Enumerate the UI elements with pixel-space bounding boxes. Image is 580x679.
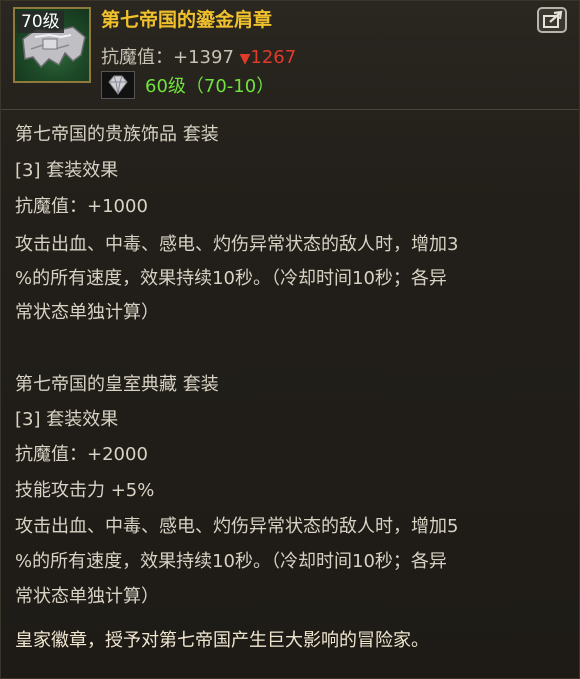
set-1-desc-line-1: 攻击出血、中毒、感电、灼伤异常状态的敌人时，增加3	[15, 234, 459, 255]
divider	[1, 109, 579, 110]
flavor-text: 皇家徽章，授予对第七帝国产生巨大影响的冒险家。	[15, 630, 429, 651]
set-2-desc-line-3: 常状态单独计算）	[15, 586, 159, 607]
share-icon	[543, 10, 563, 28]
stat-diff: 1267	[250, 47, 297, 68]
set-2-desc-line-2: %的所有速度，效果持续10秒。（冷却时间10秒；各异	[15, 551, 447, 572]
diamond-icon	[101, 71, 135, 99]
stat-value: 抗魔值：+1397	[101, 47, 240, 68]
set-2-name: 第七帝国的皇室典藏 套装	[15, 374, 219, 395]
share-button[interactable]	[537, 7, 567, 33]
set-1-effect-header: [3] 套装效果	[15, 160, 119, 181]
set-1-desc-line-3: 常状态单独计算）	[15, 302, 159, 323]
magic-resist-stat: 抗魔值：+1397 ▼1267	[101, 43, 296, 69]
grade-text: 60级（70-10）	[145, 76, 275, 97]
set-1-stat: 抗魔值：+1000	[15, 196, 148, 217]
item-tooltip: 70级 第七帝国的鎏金肩章 抗魔值：+1397 ▼1267 60级（70-10）	[0, 0, 580, 679]
down-arrow-icon: ▼	[239, 51, 251, 67]
shoulder-armor-icon[interactable]: 70级	[13, 7, 91, 83]
set-1-name: 第七帝国的贵族饰品 套装	[15, 124, 219, 145]
set-2-stat: 抗魔值：+2000	[15, 444, 148, 465]
set-2-effect-header: [3] 套装效果	[15, 409, 119, 430]
item-level-badge: 70级	[17, 11, 64, 33]
tooltip-header: 70级 第七帝国的鎏金肩章 抗魔值：+1397 ▼1267 60级（70-10）	[1, 1, 579, 109]
item-title: 第七帝国的鎏金肩章	[101, 9, 273, 31]
set-1-desc-line-2: %的所有速度，效果持续10秒。（冷却时间10秒；各异	[15, 268, 447, 289]
set-2-desc-line-1: 攻击出血、中毒、感电、灼伤异常状态的敌人时，增加5	[15, 516, 459, 537]
set-2-skill-stat: 技能攻击力 +5%	[15, 480, 155, 501]
